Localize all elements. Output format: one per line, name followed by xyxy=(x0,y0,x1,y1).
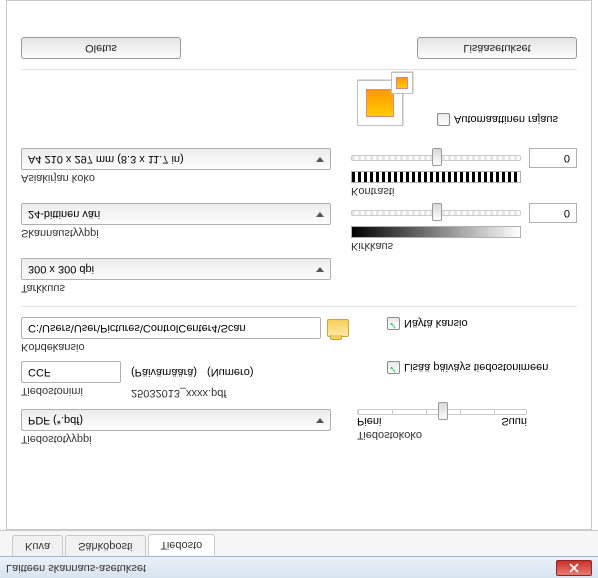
destfolder-label: Kohdekansio xyxy=(21,341,381,353)
scantype-select[interactable]: 24-bittinen väri xyxy=(21,203,331,225)
brightness-label: Kirkkaus xyxy=(351,240,577,252)
showfolder-checkbox[interactable] xyxy=(387,317,400,330)
filesize-slider[interactable] xyxy=(357,409,527,415)
brightness-slider[interactable] xyxy=(351,210,521,216)
defaults-button[interactable]: Oletus xyxy=(21,37,181,59)
filetype-label: Tiedostotyyppi xyxy=(21,433,341,445)
filename-field[interactable]: CCF xyxy=(21,361,121,383)
settings-panel: Oletus Lisäasetukset Automaattinen rajau… xyxy=(6,0,592,530)
scantype-label: Skannaustyyppi xyxy=(21,227,335,239)
docsize-select[interactable]: A4 210 x 297 mm (8.3 x 11.7 in) xyxy=(21,148,331,170)
contrast-slider[interactable] xyxy=(351,155,521,161)
contrast-gradient-icon xyxy=(351,171,521,183)
brightness-gradient-icon xyxy=(351,226,521,238)
autocrop-checkbox[interactable] xyxy=(437,113,450,126)
docsize-label: Asiakirjan koko xyxy=(21,172,335,184)
destfolder-field[interactable]: C:\Users\User\Pictures\ControlCenter4\Sc… xyxy=(21,317,321,339)
close-button[interactable] xyxy=(556,560,592,576)
resolution-select[interactable]: 300 x 300 dpi xyxy=(21,258,331,280)
contrast-value[interactable]: 0 xyxy=(529,148,577,168)
tab-bar: Kuva Sähköposti Tiedosto xyxy=(0,530,598,556)
filesize-large-label: Suuri xyxy=(501,415,527,427)
filename-num-header: (Numero) xyxy=(207,366,253,378)
title-bar: Laitteen skannaus-asetukset xyxy=(0,556,598,578)
showfolder-label: Näytä kansio xyxy=(404,318,468,330)
date-in-name-checkbox[interactable] xyxy=(387,361,400,374)
tab-tiedosto[interactable]: Tiedosto xyxy=(148,534,216,556)
tab-kuva[interactable]: Kuva xyxy=(12,535,63,556)
tab-sahkoposti[interactable]: Sähköposti xyxy=(65,535,145,556)
filesize-small-label: Pieni xyxy=(357,415,381,427)
resolution-label: Tarkkuus xyxy=(21,282,341,294)
advanced-button[interactable]: Lisäasetukset xyxy=(417,37,577,59)
close-icon xyxy=(569,563,579,573)
date-in-name-label: Lisää päiväys tiedostonimeen xyxy=(404,362,548,374)
contrast-label: Kontrasti xyxy=(351,185,577,197)
browse-folder-button[interactable] xyxy=(327,319,349,337)
autocrop-label: Automaattinen rajaus xyxy=(454,114,558,126)
preview-thumbnail-small-icon xyxy=(391,72,413,94)
filename-sample: 25032013_xxxx.pdf xyxy=(131,383,226,399)
filesize-label: Tiedostokoko xyxy=(357,429,577,441)
window-title: Laitteen skannaus-asetukset xyxy=(6,562,146,574)
filename-date-header: (Päivämäärä) xyxy=(131,366,197,378)
filename-label: Tiedostonimi xyxy=(21,385,121,397)
brightness-value[interactable]: 0 xyxy=(529,203,577,223)
filetype-select[interactable]: PDF (*.pdf) xyxy=(21,409,331,431)
